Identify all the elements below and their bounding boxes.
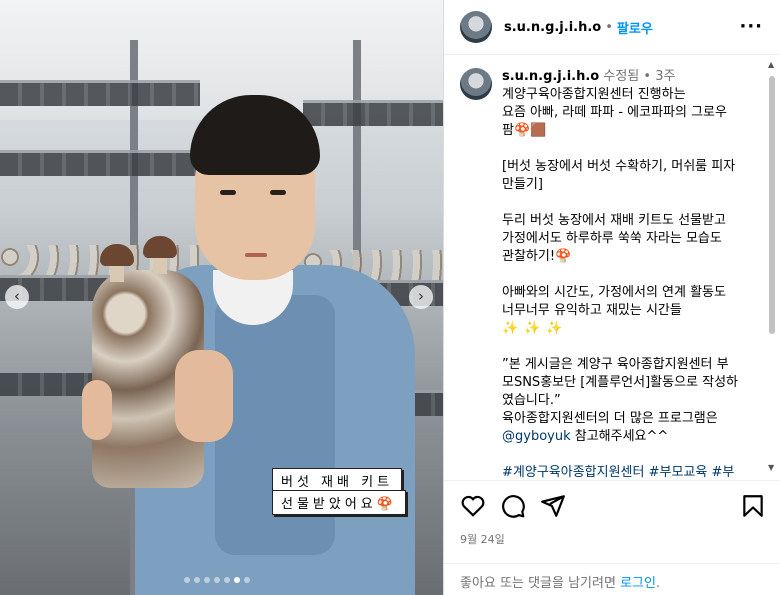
carousel-dots: [184, 577, 250, 583]
header-username[interactable]: s.u.n.g.j.i.h.o: [504, 20, 601, 35]
carousel-dot: [224, 577, 230, 583]
avatar[interactable]: [460, 11, 492, 43]
carousel-dot: [204, 577, 210, 583]
carousel-dot: [234, 577, 240, 583]
separator-dot: •: [605, 19, 613, 35]
more-icon[interactable]: ···: [739, 16, 763, 37]
caption-line: 계양구육아종합지원센터 진행하는: [502, 87, 686, 102]
caption-line: 요즘 아빠, 라떼 파파 - 에코파파의 그로우: [502, 105, 727, 120]
caption-line: 모SNS홍보단 [계플루언서]활동으로 작성하: [502, 375, 738, 390]
chevron-right-icon[interactable]: ›: [409, 285, 433, 309]
hashtag-links[interactable]: #계양구육아종합지원센터 #부모교육 #부: [502, 464, 756, 480]
avatar[interactable]: [460, 68, 492, 100]
bookmark-icon[interactable]: [740, 493, 766, 519]
post-date[interactable]: 9월 24일: [460, 531, 505, 547]
caption-username[interactable]: s.u.n.g.j.i.h.o: [502, 69, 599, 84]
post-media[interactable]: 버섯 재배 키트 선물받았어요🍄 ‹ ›: [0, 0, 443, 595]
caption-line: [버섯 농장에서 버섯 수확하기, 머쉬룸 피자: [502, 159, 736, 174]
post-side-panel: s.u.n.g.j.i.h.o • 팔로우 ··· s.u.n.g.j.i.h.…: [443, 0, 780, 595]
chevron-left-icon[interactable]: ‹: [5, 285, 29, 309]
caption-line: 육아종합지원센터의 더 많은 프로그램은: [502, 411, 718, 426]
caption-line: 아빠와의 시간도, 가정에서의 연계 활동도: [502, 285, 726, 300]
carousel-dot: [214, 577, 220, 583]
heart-icon[interactable]: [460, 493, 486, 519]
carousel-dot: [244, 577, 250, 583]
caption-line: 두리 버섯 농장에서 재배 키트도 선물받고: [502, 213, 726, 228]
carousel-dot: [194, 577, 200, 583]
login-prompt: 좋아요 또는 댓글을 남기려면 로그인.: [444, 563, 780, 595]
caption-text: 참고해주세요^^: [570, 429, 669, 444]
action-bar: 9월 24일 좋아요 또는 댓글을 남기려면 로그인.: [444, 480, 780, 595]
comment-icon[interactable]: [500, 493, 526, 519]
caption-scroll-area[interactable]: s.u.n.g.j.i.h.o 수정됨 • 3주 계양구육아종합지원센터 진행하…: [444, 56, 766, 480]
login-link[interactable]: 로그인: [620, 576, 656, 591]
carousel-dot: [184, 577, 190, 583]
caption-line: 너무너무 유익하고 재밌는 시간들: [502, 303, 682, 318]
caption-line: 팜🍄🟫: [502, 123, 547, 138]
photo-caption-line2: 선물받았어요🍄: [272, 490, 406, 515]
sparkle-icons: ✨✨✨: [502, 321, 569, 336]
caption-line: 였습니다.”: [502, 393, 561, 408]
edited-label: 수정됨: [603, 69, 640, 84]
caption-body: s.u.n.g.j.i.h.o 수정됨 • 3주 계양구육아종합지원센터 진행하…: [502, 68, 756, 480]
caption-line: 가정에서도 하루하루 쑥쑥 자라는 모습도: [502, 231, 722, 246]
login-prompt-end: .: [655, 576, 661, 591]
caption-line: 관찰하기!🍄: [502, 249, 572, 264]
scrollbar[interactable]: ▲ ▼: [767, 60, 777, 472]
mention-link[interactable]: @gyboyuk: [502, 429, 571, 444]
caption-line: ”본 게시글은 계양구 육아종합지원센터 부: [502, 357, 729, 372]
follow-button[interactable]: 팔로우: [617, 18, 653, 37]
login-prompt-text: 좋아요 또는 댓글을 남기려면: [460, 576, 621, 591]
share-icon[interactable]: [540, 493, 566, 519]
post-header: s.u.n.g.j.i.h.o • 팔로우 ···: [444, 0, 780, 55]
caption-line: 만들기]: [502, 177, 543, 192]
post-age[interactable]: 3주: [655, 69, 675, 84]
